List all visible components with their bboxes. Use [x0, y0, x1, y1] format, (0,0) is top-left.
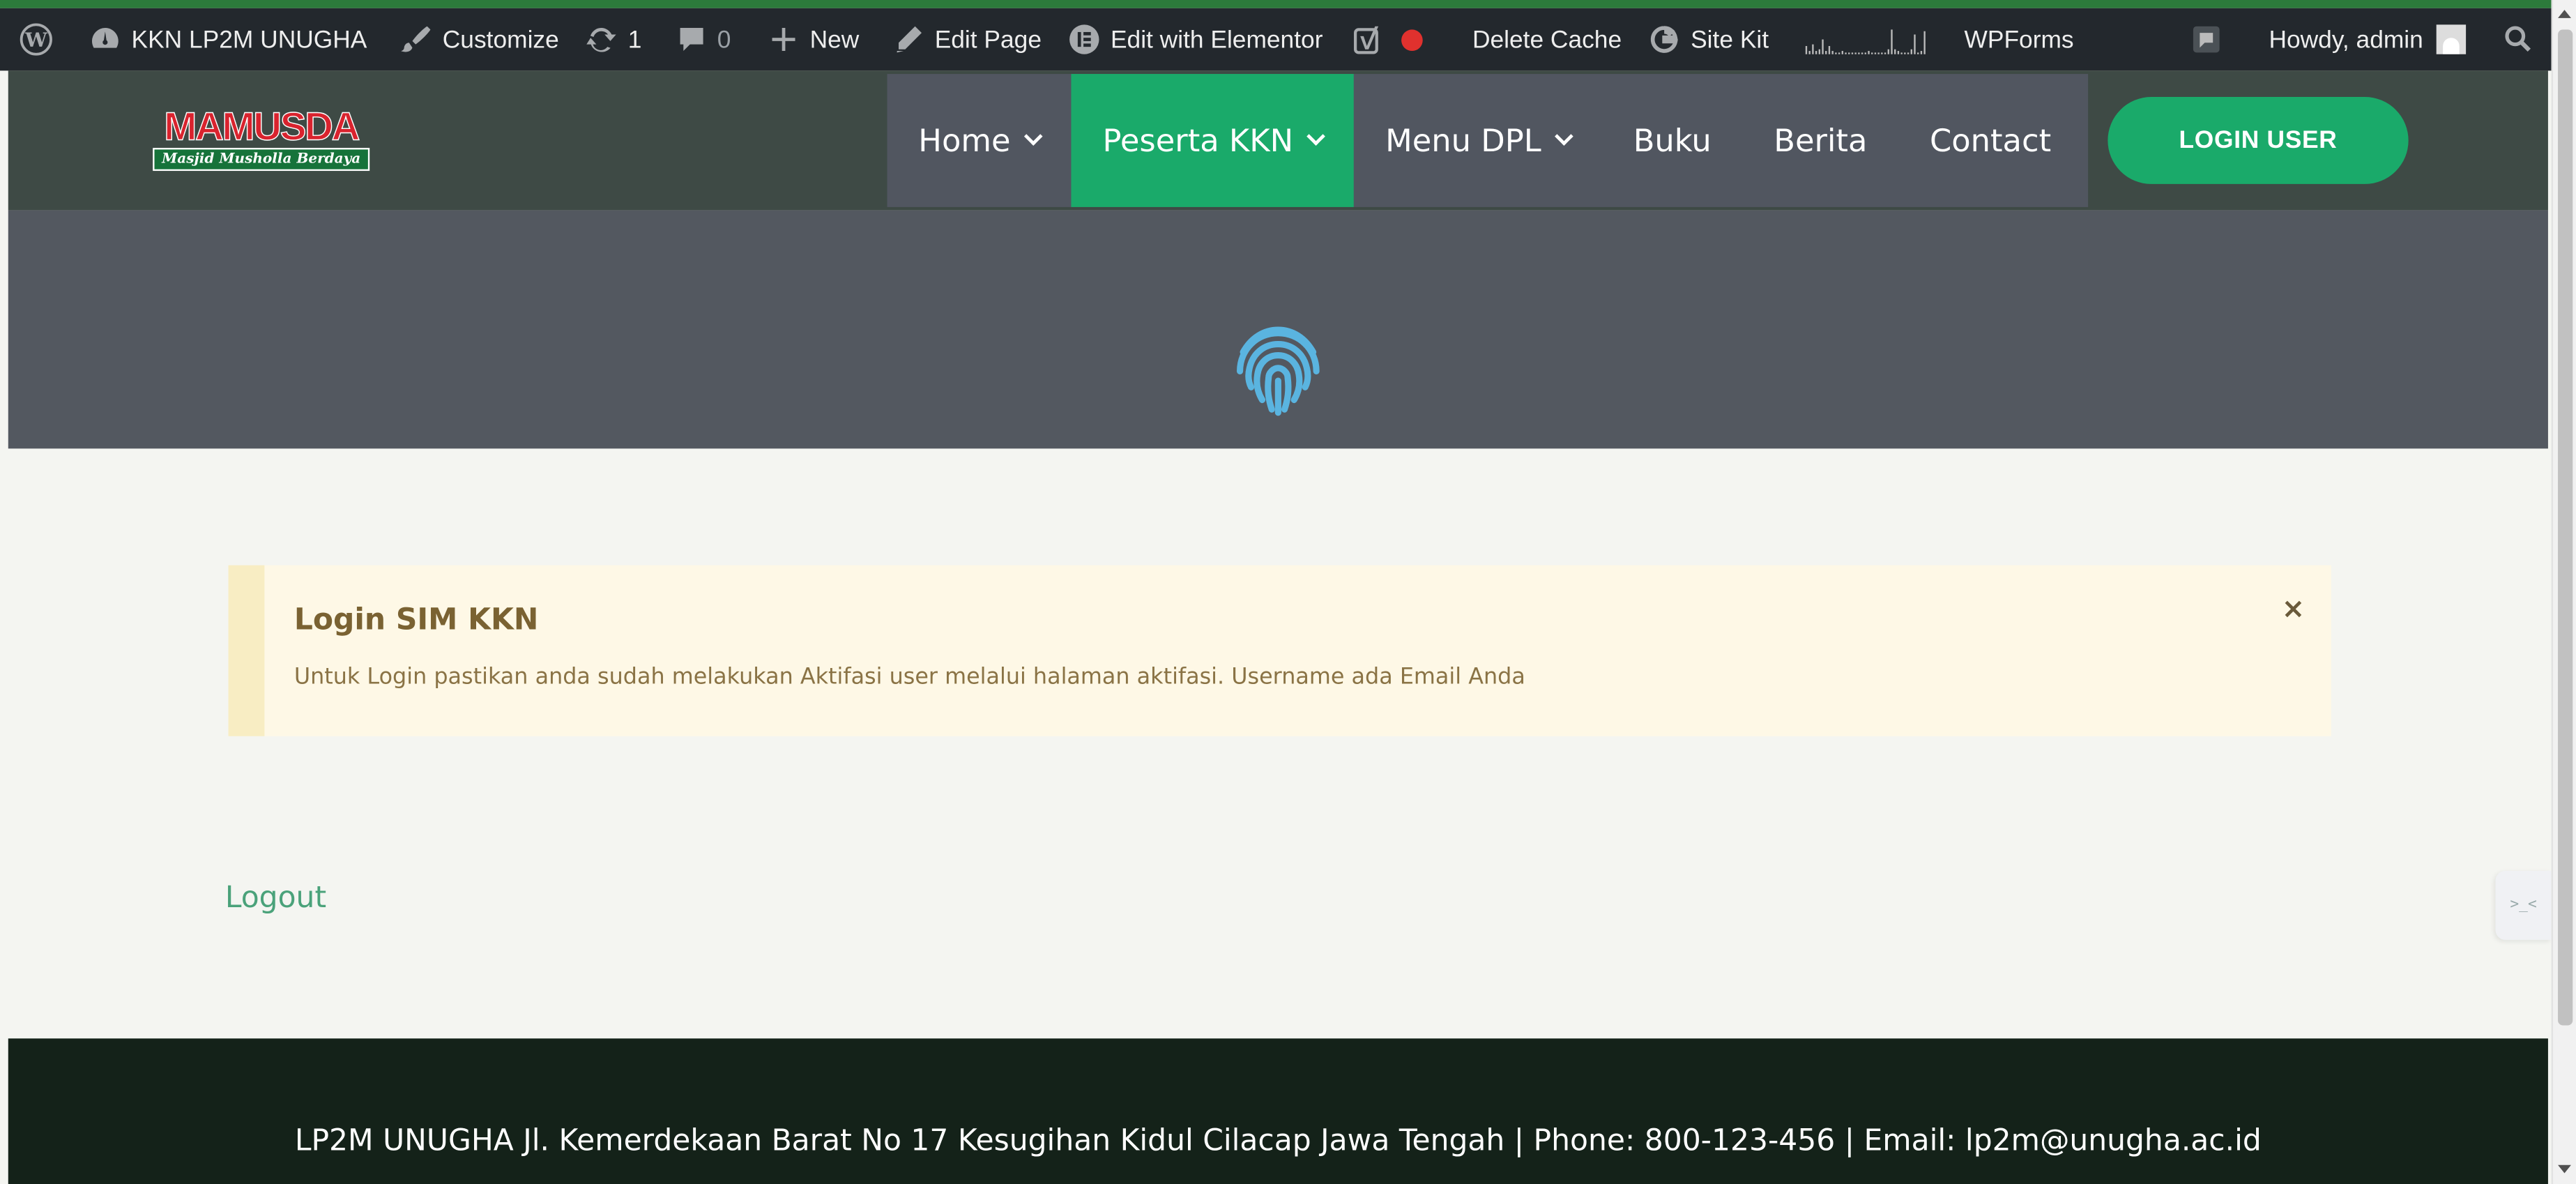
- wordpress-logo-menu[interactable]: W: [0, 8, 66, 71]
- chevron-down-icon: [1306, 127, 1326, 146]
- customize-label: Customize: [442, 25, 559, 54]
- svg-text:W: W: [24, 28, 48, 52]
- main-navigation: Home Peserta KKN Menu DPL Buku Berita Co…: [887, 74, 2088, 207]
- my-account-menu[interactable]: Howdy, admin: [2246, 8, 2478, 71]
- login-notice: Login SIM KKN Untuk Login pastikan anda …: [228, 565, 2331, 736]
- yoast-icon: [1352, 23, 1385, 56]
- comment-icon: [675, 23, 708, 56]
- search-icon: [2502, 23, 2535, 56]
- chevron-down-icon: [1555, 127, 1574, 146]
- comments-count: 0: [717, 25, 731, 54]
- plus-icon: [767, 23, 800, 56]
- nav-item-label: Buku: [1633, 122, 1712, 159]
- delete-cache-menu[interactable]: Delete Cache: [1459, 8, 1635, 71]
- nav-item-label: Berita: [1774, 122, 1868, 159]
- footer-contact-text: LP2M UNUGHA Jl. Kemerdekaan Barat No 17 …: [294, 1123, 2262, 1159]
- seo-status-dot: [1401, 29, 1424, 50]
- edit-page-menu[interactable]: Edit Page: [872, 8, 1055, 71]
- page: W KKN LP2M UNUGHA Customize 1 0 New Edit…: [0, 0, 2576, 1184]
- site-kit-label: Site Kit: [1691, 25, 1769, 54]
- elementor-icon: [1068, 23, 1101, 56]
- edit-elementor-label: Edit with Elementor: [1110, 25, 1323, 54]
- chevron-down-icon: [1024, 127, 1043, 146]
- paintbrush-icon: [400, 23, 433, 56]
- google-g-icon: [1648, 23, 1681, 56]
- site-name-label: KKN LP2M UNUGHA: [131, 25, 367, 54]
- nav-item-buku[interactable]: Buku: [1602, 74, 1743, 207]
- avatar: [2436, 24, 2467, 54]
- dashboard-icon: [89, 23, 121, 56]
- side-feedback-tab[interactable]: >_<: [2495, 870, 2552, 940]
- notice-title: Login SIM KKN: [294, 602, 539, 638]
- wordpress-icon: W: [20, 23, 52, 56]
- nav-item-home[interactable]: Home: [887, 74, 1072, 207]
- edit-elementor-menu[interactable]: Edit with Elementor: [1055, 8, 1336, 71]
- scroll-down-arrow-icon[interactable]: [2558, 1164, 2571, 1174]
- stats-sparkline-chart: [1804, 24, 1925, 54]
- notifications-menu[interactable]: [2177, 8, 2246, 71]
- nav-item-label: Home: [918, 122, 1011, 159]
- notice-text: Untuk Login pastikan anda sudah melakuka…: [294, 664, 1525, 690]
- nav-item-contact[interactable]: Contact: [1898, 74, 2087, 207]
- yoast-menu[interactable]: [1336, 8, 1459, 71]
- site-name-menu[interactable]: KKN LP2M UNUGHA: [66, 8, 380, 71]
- howdy-label: Howdy, admin: [2269, 25, 2423, 54]
- new-content-menu[interactable]: New: [744, 8, 872, 71]
- logo-subtitle: Masjid Musholla Berdaya: [153, 148, 370, 172]
- updates-icon: [585, 23, 618, 56]
- logo-title: MAMUSDA: [164, 105, 361, 150]
- login-user-button[interactable]: LOGIN USER: [2108, 97, 2409, 184]
- site-logo[interactable]: MAMUSDA Masjid Musholla Berdaya: [153, 105, 370, 176]
- notification-icon: [2190, 23, 2223, 56]
- nav-item-label: Peserta KKN: [1102, 122, 1294, 159]
- stats-sparkline[interactable]: [1782, 8, 1938, 71]
- new-label: New: [809, 25, 860, 54]
- site-header: MAMUSDA Masjid Musholla Berdaya Home Pes…: [8, 70, 2548, 211]
- scrollbar-thumb[interactable]: [2558, 29, 2573, 1026]
- fingerprint-icon: [1237, 326, 1320, 416]
- updates-count: 1: [627, 25, 642, 54]
- updates-menu[interactable]: 1: [572, 8, 655, 71]
- logout-link[interactable]: Logout: [225, 881, 326, 915]
- top-stripe: [0, 0, 2552, 8]
- admin-search-button[interactable]: [2479, 8, 2552, 71]
- pencil-icon: [892, 23, 924, 56]
- scroll-up-arrow-icon[interactable]: [2558, 10, 2571, 18]
- nav-item-label: Menu DPL: [1385, 122, 1541, 159]
- close-icon[interactable]: ×: [2282, 593, 2306, 626]
- wpforms-label: WPForms: [1964, 25, 2074, 54]
- site-footer: LP2M UNUGHA Jl. Kemerdekaan Barat No 17 …: [8, 1038, 2548, 1184]
- site-kit-menu[interactable]: Site Kit: [1635, 8, 1782, 71]
- comments-menu[interactable]: 0: [655, 8, 744, 71]
- vertical-scrollbar[interactable]: [2551, 0, 2576, 1184]
- customize-menu[interactable]: Customize: [380, 8, 572, 71]
- admin-bar: W KKN LP2M UNUGHA Customize 1 0 New Edit…: [0, 8, 2552, 71]
- nav-item-label: Contact: [1929, 122, 2052, 159]
- nav-item-menu-dpl[interactable]: Menu DPL: [1354, 74, 1602, 207]
- nav-item-berita[interactable]: Berita: [1743, 74, 1899, 207]
- nav-item-peserta-kkn[interactable]: Peserta KKN: [1071, 74, 1355, 207]
- delete-cache-label: Delete Cache: [1472, 25, 1622, 54]
- edit-page-label: Edit Page: [934, 25, 1042, 54]
- hero-banner: [8, 210, 2548, 449]
- wpforms-menu[interactable]: WPForms: [1938, 8, 2087, 71]
